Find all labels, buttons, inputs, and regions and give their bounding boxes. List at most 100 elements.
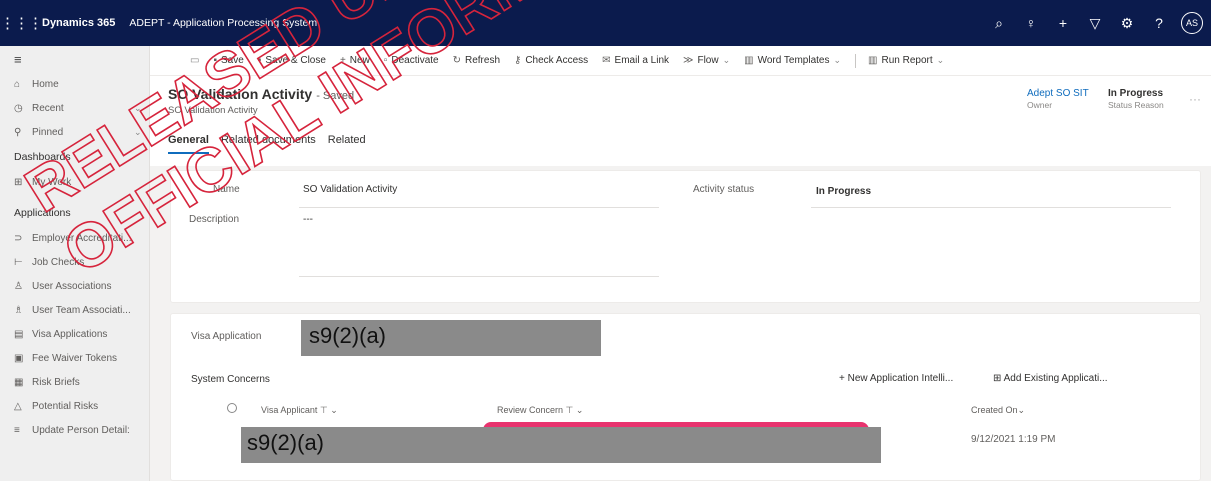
flow-button[interactable]: ≫ Flow ⌄ xyxy=(683,55,730,66)
select-all-checkbox[interactable] xyxy=(227,403,237,413)
sidebar-item-label: User Team Associati... xyxy=(32,304,131,316)
section-applications: Applications xyxy=(14,207,71,219)
description-field[interactable]: --- xyxy=(303,214,313,225)
new-label: New xyxy=(349,55,370,66)
tab-related-documents[interactable]: Related documents xyxy=(221,134,316,154)
hamburger-icon[interactable]: ≡ xyxy=(0,46,149,72)
filter-icon: ⊤ ⌄ xyxy=(563,405,584,415)
new-button[interactable]: + New xyxy=(340,55,370,66)
plus-icon[interactable]: + xyxy=(1047,15,1079,31)
owner-label: Owner xyxy=(1027,100,1053,110)
new-application-intelligence-button[interactable]: + New Application Intelli... xyxy=(839,373,953,384)
report-icon: ▥ xyxy=(868,55,878,66)
sidebar-item-label: Pinned xyxy=(32,126,64,138)
chevron-down-icon: ⌄ xyxy=(833,55,842,65)
clock-icon: ◷ xyxy=(14,102,23,114)
sidebar-item-fee-waiver-tokens[interactable]: ▣ Fee Waiver Tokens xyxy=(0,346,149,370)
sidebar-item-pinned[interactable]: ⚲ Pinned ⌄ xyxy=(0,120,149,144)
sidebar-item-home[interactable]: ⌂ Home xyxy=(0,72,149,96)
column-header-review-concern[interactable]: Review Concern ⊤ ⌄ xyxy=(497,405,583,416)
sidebar-item-visa-applications[interactable]: ▤ Visa Applications xyxy=(0,322,149,346)
name-field[interactable]: SO Validation Activity xyxy=(303,184,397,195)
field-underline xyxy=(811,207,1171,208)
sidebar-item-label: Home xyxy=(32,78,59,90)
pin-icon: ⚲ xyxy=(14,126,22,138)
refresh-icon: ↻ xyxy=(452,55,461,66)
sidebar-item-potential-risks[interactable]: △ Potential Risks xyxy=(0,394,149,418)
sidebar-item-label: Recent xyxy=(32,102,64,114)
sidebar-item-label: Risk Briefs xyxy=(32,376,80,388)
save-close-button[interactable]: ▪ Save & Close xyxy=(258,55,326,66)
owner-value[interactable]: Adept SO SIT xyxy=(1027,88,1089,99)
redaction-text: s9(2)(a) xyxy=(247,430,325,455)
save-button[interactable]: ▪ Save xyxy=(213,55,243,66)
help-icon[interactable]: ? xyxy=(1143,15,1175,31)
deactivate-button[interactable]: ▫ Deactivate xyxy=(384,55,439,66)
sort-icon: ⌄ xyxy=(1017,405,1026,415)
user-icon: ♙ xyxy=(14,280,23,292)
add-existing-application-button[interactable]: ⊞ Add Existing Applicati... xyxy=(993,373,1108,384)
sidebar-item-label: Potential Risks xyxy=(32,400,99,412)
avatar[interactable]: AS xyxy=(1181,12,1203,34)
record-subtitle: SO Validation Activity xyxy=(168,105,258,116)
tab-general[interactable]: General xyxy=(168,134,209,154)
refresh-button[interactable]: ↻ Refresh xyxy=(453,55,500,66)
redaction-block xyxy=(241,427,881,463)
sidebar: ≡ ⌂ Home ◷ Recent ⌄ ⚲ Pinned ⌄ Dashboards ⊞ My… xyxy=(0,46,150,481)
grid-icon: ⊞ xyxy=(14,176,23,188)
sidebar-item-update-person-details[interactable]: ≡ Update Person Detail: xyxy=(0,418,149,442)
tab-related[interactable]: Related xyxy=(328,134,366,154)
email-link-label: Email a Link xyxy=(614,55,669,66)
column-header-visa-applicant[interactable]: Visa Applicant ⊤ ⌄ xyxy=(261,405,338,416)
field-underline xyxy=(299,276,659,277)
sidebar-item-recent[interactable]: ◷ Recent ⌄ xyxy=(0,96,149,120)
back-icon[interactable]: ▭ xyxy=(190,55,199,66)
token-icon: ▣ xyxy=(14,352,24,364)
lightbulb-icon[interactable]: ♀ xyxy=(1015,15,1047,31)
top-icons: ⌕ ♀ + ▽ ⚙ ? AS xyxy=(983,0,1203,46)
chevron-down-icon: ⌄ xyxy=(936,55,945,65)
system-concerns-title: System Concerns xyxy=(191,374,270,385)
sidebar-item-label: My Work xyxy=(32,176,72,188)
run-report-button[interactable]: ▥ Run Report ⌄ xyxy=(868,55,944,66)
sidebar-item-label: Fee Waiver Tokens xyxy=(32,352,118,364)
column-header-visa-applicant-label: Visa Applicant xyxy=(261,405,318,415)
word-templates-label: Word Templates xyxy=(757,55,830,66)
sidebar-item-risk-briefs[interactable]: ▦ Risk Briefs xyxy=(0,370,149,394)
more-icon[interactable]: ··· xyxy=(1189,92,1201,106)
flow-label: Flow xyxy=(697,55,719,66)
command-separator xyxy=(855,53,857,68)
activity-status-field[interactable]: In Progress xyxy=(816,186,871,197)
deactivate-label: Deactivate xyxy=(391,55,439,66)
record-tabs: General Related documents Related xyxy=(168,134,366,154)
run-report-label: Run Report xyxy=(881,55,933,66)
column-header-review-concern-label: Review Concern xyxy=(497,405,564,415)
sidebar-item-user-associations[interactable]: ♙ User Associations xyxy=(0,274,149,298)
search-icon[interactable]: ⌕ xyxy=(983,15,1015,32)
app-launcher-icon[interactable]: ⋮⋮⋮ xyxy=(0,0,43,46)
link-icon: ⊃ xyxy=(14,232,23,244)
sidebar-item-user-team-associations[interactable]: ♗ User Team Associati... xyxy=(0,298,149,322)
word-templates-button[interactable]: ▥ Word Templates ⌄ xyxy=(744,55,841,66)
check-access-button[interactable]: ⚷ Check Access xyxy=(514,55,588,66)
header-status: In Progress Status Reason xyxy=(1108,88,1164,110)
status-value: In Progress xyxy=(1108,88,1164,99)
chevron-down-icon[interactable]: ⌄ xyxy=(134,103,142,114)
column-header-created-on[interactable]: Created On⌄ xyxy=(971,405,1025,416)
sidebar-item-job-checks[interactable]: ⊢ Job Checks xyxy=(0,250,149,274)
word-icon: ▥ xyxy=(744,55,754,66)
refresh-label: Refresh xyxy=(464,55,500,66)
field-underline xyxy=(299,207,659,208)
email-link-button[interactable]: ✉ Email a Link xyxy=(602,55,669,66)
brand-label[interactable]: Dynamics 365 xyxy=(42,17,115,29)
sidebar-item-my-work[interactable]: ⊞ My Work xyxy=(0,170,149,194)
chevron-down-icon: ⌄ xyxy=(722,55,731,65)
add-existing-icon: ⊞ xyxy=(993,373,1004,384)
deactivate-icon: ▫ xyxy=(383,55,388,66)
filter-icon[interactable]: ▽ xyxy=(1079,15,1111,32)
sidebar-item-employer-accreditations[interactable]: ⊃ Employer Accreditati... xyxy=(0,226,149,250)
chevron-down-icon[interactable]: ⌄ xyxy=(134,127,142,138)
settings-icon[interactable]: ⚙ xyxy=(1111,15,1143,32)
app-title[interactable]: ADEPT - Application Processing System xyxy=(129,17,317,29)
save-label: Save xyxy=(221,55,244,66)
